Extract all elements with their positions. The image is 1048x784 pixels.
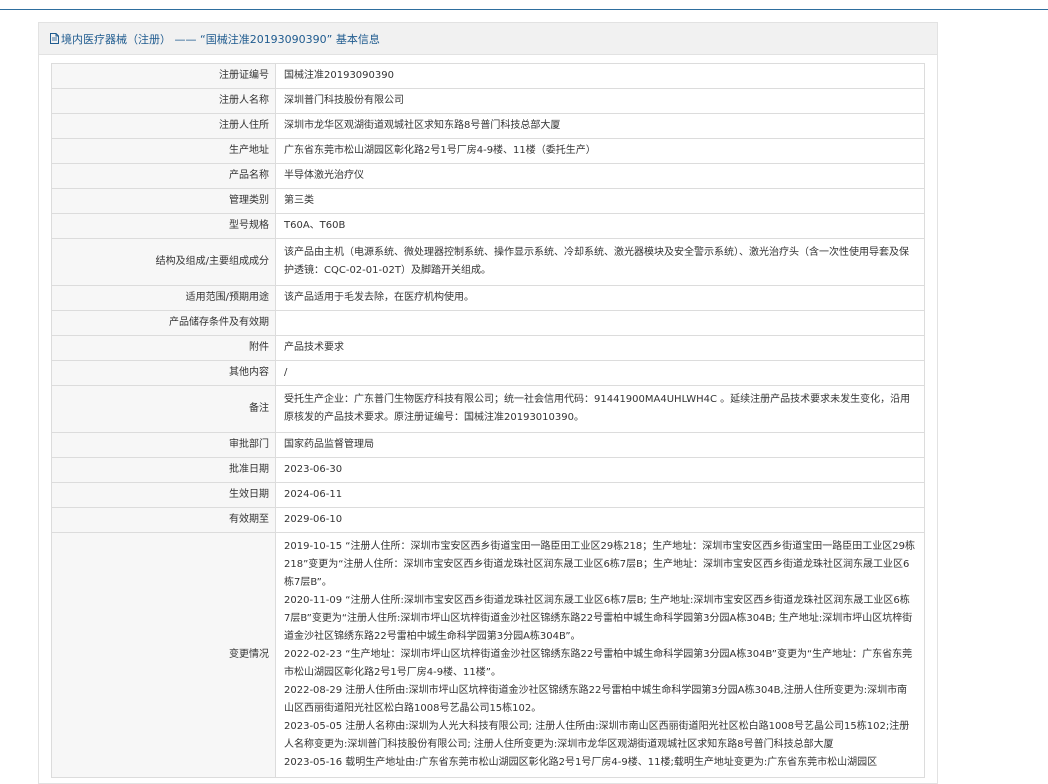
- row-label: 备注: [51, 385, 276, 433]
- panel-header: 境内医疗器械（注册） —— “国械注准20193090390” 基本信息: [39, 23, 937, 55]
- row-label: 变更情况: [51, 532, 276, 778]
- row-label: 适用范围/预期用途: [51, 285, 276, 311]
- row-label: 产品储存条件及有效期: [51, 310, 276, 336]
- table-row: 型号规格 T60A、T60B: [51, 213, 925, 239]
- table-row: 注册人住所 深圳市龙华区观湖街道观城社区求知东路8号普门科技总部大厦: [51, 113, 925, 139]
- row-label: 生产地址: [51, 138, 276, 164]
- row-label: 其他内容: [51, 360, 276, 386]
- table-row: 产品名称 半导体激光治疗仪: [51, 163, 925, 189]
- row-value: 国家药品监督管理局: [275, 432, 925, 458]
- row-value: T60A、T60B: [275, 213, 925, 239]
- info-panel: 境内医疗器械（注册） —— “国械注准20193090390” 基本信息 注册证…: [38, 22, 938, 784]
- change-entry: 2023-05-05 注册人名称由:深圳为人光大科技有限公司; 注册人住所由:深…: [284, 721, 910, 750]
- row-label: 产品名称: [51, 163, 276, 189]
- row-label: 有效期至: [51, 507, 276, 533]
- table-row: 产品储存条件及有效期: [51, 310, 925, 336]
- table-row: 管理类别 第三类: [51, 188, 925, 214]
- row-label: 型号规格: [51, 213, 276, 239]
- row-value: 该产品由主机（电源系统、微处理器控制系统、操作显示系统、冷却系统、激光器模块及安…: [275, 238, 925, 286]
- row-value: 受托生产企业：广东普门生物医疗科技有限公司；统一社会信用代码：91441900M…: [275, 385, 925, 433]
- table-row: 注册人名称 深圳普门科技股份有限公司: [51, 88, 925, 114]
- table-row: 适用范围/预期用途 该产品适用于毛发去除，在医疗机构使用。: [51, 285, 925, 311]
- table-row: 有效期至 2029-06-10: [51, 507, 925, 533]
- row-value: 2024-06-11: [275, 482, 925, 508]
- table-row: 注册证编号 国械注准20193090390: [51, 63, 925, 89]
- row-label: 生效日期: [51, 482, 276, 508]
- change-entry: 2019-10-15 “注册人住所：深圳市宝安区西乡街道宝田一路臣田工业区29栋…: [284, 541, 916, 588]
- row-label: 审批部门: [51, 432, 276, 458]
- row-value: 深圳普门科技股份有限公司: [275, 88, 925, 114]
- table-row: 备注 受托生产企业：广东普门生物医疗科技有限公司；统一社会信用代码：9144190…: [51, 385, 925, 433]
- change-entry: 2023-05-16 载明生产地址由:广东省东莞市松山湖园区彰化路2号1号厂房4…: [284, 757, 878, 768]
- change-entry: 2020-11-09 “注册人住所:深圳市宝安区西乡街道龙珠社区润东晟工业区6栋…: [284, 595, 913, 642]
- table-row: 生产地址 广东省东莞市松山湖园区彰化路2号1号厂房4-9楼、11楼（委托生产）: [51, 138, 925, 164]
- row-value: 2023-06-30: [275, 457, 925, 483]
- table-row: 结构及组成/主要组成成分 该产品由主机（电源系统、微处理器控制系统、操作显示系统、…: [51, 238, 925, 286]
- row-value: 2029-06-10: [275, 507, 925, 533]
- top-divider: [0, 9, 1048, 10]
- row-label: 注册人名称: [51, 88, 276, 114]
- change-history: 2019-10-15 “注册人住所：深圳市宝安区西乡街道宝田一路臣田工业区29栋…: [275, 532, 925, 778]
- table-row: 审批部门 国家药品监督管理局: [51, 432, 925, 458]
- row-value: [275, 310, 925, 336]
- row-value: 第三类: [275, 188, 925, 214]
- row-label: 管理类别: [51, 188, 276, 214]
- table-row: 附件 产品技术要求: [51, 335, 925, 361]
- row-value: 国械注准20193090390: [275, 63, 925, 89]
- row-label: 批准日期: [51, 457, 276, 483]
- table-row-changes: 变更情况 2019-10-15 “注册人住所：深圳市宝安区西乡街道宝田一路臣田工业…: [51, 532, 925, 778]
- row-value: 深圳市龙华区观湖街道观城社区求知东路8号普门科技总部大厦: [275, 113, 925, 139]
- row-value: 产品技术要求: [275, 335, 925, 361]
- row-label: 结构及组成/主要组成成分: [51, 238, 276, 286]
- row-label: 注册人住所: [51, 113, 276, 139]
- change-entry: 2022-02-23 “生产地址：深圳市坪山区坑梓街道金沙社区锦绣东路22号雷柏…: [284, 649, 913, 678]
- row-value: /: [275, 360, 925, 386]
- table-row: 批准日期 2023-06-30: [51, 457, 925, 483]
- document-icon: [50, 33, 59, 44]
- row-label: 注册证编号: [51, 63, 276, 89]
- registration-info-table: 注册证编号 国械注准20193090390 注册人名称 深圳普门科技股份有限公司 注册人…: [51, 63, 925, 778]
- change-entry: 2022-08-29 注册人住所由:深圳市坪山区坑梓街道金沙社区锦绣东路22号雷…: [284, 685, 908, 714]
- panel-title: 境内医疗器械（注册） —— “国械注准20193090390” 基本信息: [61, 32, 380, 46]
- row-value: 该产品适用于毛发去除，在医疗机构使用。: [275, 285, 925, 311]
- row-value: 半导体激光治疗仪: [275, 163, 925, 189]
- row-value: 广东省东莞市松山湖园区彰化路2号1号厂房4-9楼、11楼（委托生产）: [275, 138, 925, 164]
- table-row: 其他内容 /: [51, 360, 925, 386]
- table-row: 生效日期 2024-06-11: [51, 482, 925, 508]
- row-label: 附件: [51, 335, 276, 361]
